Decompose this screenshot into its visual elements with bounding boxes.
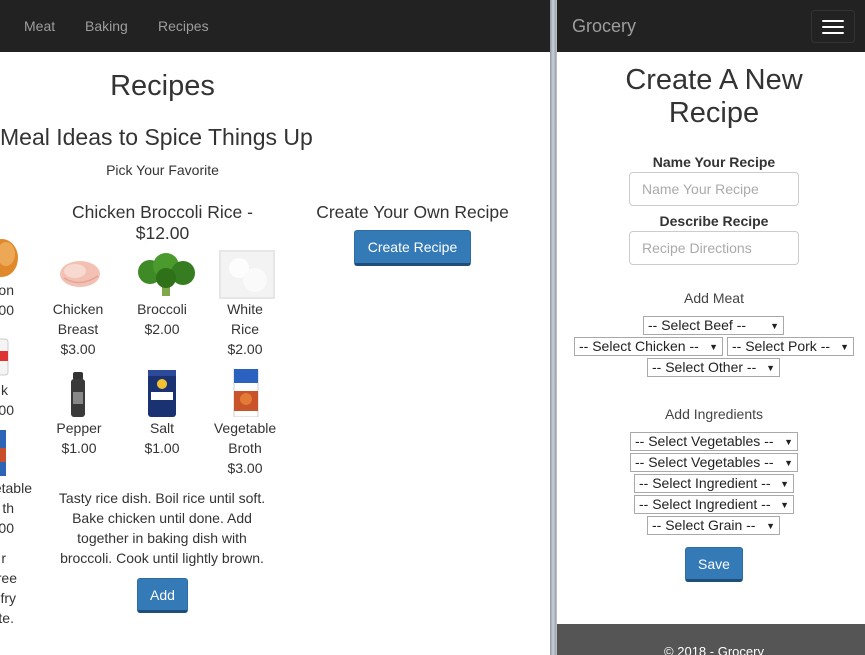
mobile-navbar: Grocery: [557, 0, 865, 52]
chevron-down-icon: ▼: [780, 500, 789, 510]
hamburger-icon: [822, 20, 844, 22]
select-ingredient-2[interactable]: -- Select Ingredient -- ▼: [634, 495, 794, 514]
partial-text: ree: [0, 570, 17, 586]
chevron-down-icon: ▼: [784, 437, 793, 447]
select-beef[interactable]: -- Select Beef -- ▼: [643, 316, 784, 335]
chevron-down-icon: ▼: [780, 479, 789, 489]
white-rice-image: [219, 250, 275, 299]
salt-container-image: [148, 370, 176, 417]
partial-text: 00: [0, 302, 14, 318]
partial-text: r: [1, 550, 6, 566]
nav-meat[interactable]: Meat: [24, 18, 55, 34]
recipe-directions-input[interactable]: [629, 231, 799, 265]
name-label: Name Your Recipe: [652, 154, 776, 170]
chevron-down-icon: ▼: [840, 342, 849, 352]
ingredient-pepper: Pepper $1.00: [56, 420, 102, 456]
partial-text: etable: [0, 480, 32, 496]
select-chicken[interactable]: -- Select Chicken -- ▼: [574, 337, 723, 356]
select-grain[interactable]: -- Select Grain -- ▼: [647, 516, 780, 535]
ingredient-white-rice: White Rice $2.00: [227, 301, 263, 357]
chevron-down-icon: ▼: [709, 342, 718, 352]
add-meat-heading: Add Meat: [684, 290, 744, 306]
add-recipe-button[interactable]: Add: [137, 578, 188, 613]
save-button[interactable]: Save: [685, 547, 743, 582]
footer: © 2018 - Grocery: [557, 624, 865, 655]
broth-carton-image: [0, 430, 6, 476]
footer-text: © 2018 - Grocery: [664, 644, 764, 655]
partial-text: k: [1, 382, 8, 398]
nav-recipes[interactable]: Recipes: [158, 18, 209, 34]
broccoli-image: [138, 253, 195, 296]
recipe-name-input[interactable]: [629, 172, 799, 206]
ingredient-broccoli: Broccoli $2.00: [137, 301, 187, 337]
pepper-grinder-image: [71, 372, 85, 417]
chevron-down-icon: ▼: [766, 521, 775, 531]
select-vegetables-1[interactable]: -- Select Vegetables -- ▼: [630, 432, 798, 451]
ingredient-chicken-breast: Chicken Breast $3.00: [52, 301, 104, 357]
vegetable-broth-image: [233, 369, 259, 417]
select-vegetables-2[interactable]: -- Select Vegetables -- ▼: [630, 453, 798, 472]
recipe-title: Chicken Broccoli Rice - $12.00: [72, 202, 253, 243]
partial-text: te.: [0, 610, 14, 626]
partial-text: fry: [0, 590, 16, 606]
select-pork[interactable]: -- Select Pork -- ▼: [727, 337, 854, 356]
select-other-meat[interactable]: -- Select Other -- ▼: [647, 358, 780, 377]
chevron-down-icon: ▼: [784, 458, 793, 468]
page-title: Recipes: [110, 70, 215, 102]
nav-baking[interactable]: Baking: [85, 18, 128, 34]
chevron-down-icon: ▼: [766, 363, 775, 373]
add-ingredients-heading: Add Ingredients: [664, 406, 764, 422]
partial-text: on: [0, 282, 14, 298]
hamburger-icon: [822, 32, 844, 34]
partial-text: 00: [0, 520, 14, 536]
create-own-title: Create Your Own Recipe: [316, 202, 509, 222]
recipe-description: Tasty rice dish. Boil rice until soft. B…: [58, 490, 266, 566]
create-recipe-button[interactable]: Create Recipe: [354, 230, 471, 266]
partial-text: th: [2, 500, 14, 516]
select-ingredient-1[interactable]: -- Select Ingredient -- ▼: [634, 474, 794, 493]
mobile-view: Grocery Create A New Recipe Name Your Re…: [556, 0, 865, 655]
describe-label: Describe Recipe: [659, 213, 769, 229]
page-subtitle: Meal Ideas to Spice Things Up: [0, 124, 313, 150]
chevron-down-icon: ▼: [770, 321, 779, 331]
main-page: Meat Baking Recipes Recipes Meal Ideas t…: [0, 0, 550, 655]
brand-link[interactable]: Grocery: [572, 16, 636, 37]
page-tagline: Pick Your Favorite: [106, 162, 219, 178]
chicken-breast-image: [60, 261, 100, 287]
menu-toggle-button[interactable]: [811, 10, 855, 43]
top-navbar: Meat Baking Recipes: [0, 0, 550, 52]
onion-image: [0, 239, 18, 277]
partial-text: 00: [0, 402, 14, 418]
form-title: Create A New Recipe: [625, 64, 803, 129]
ingredient-vegetable-broth: Vegetable Broth $3.00: [213, 420, 277, 476]
hamburger-icon: [822, 26, 844, 28]
ingredient-salt: Salt $1.00: [144, 420, 180, 456]
milk-image: [0, 338, 9, 376]
